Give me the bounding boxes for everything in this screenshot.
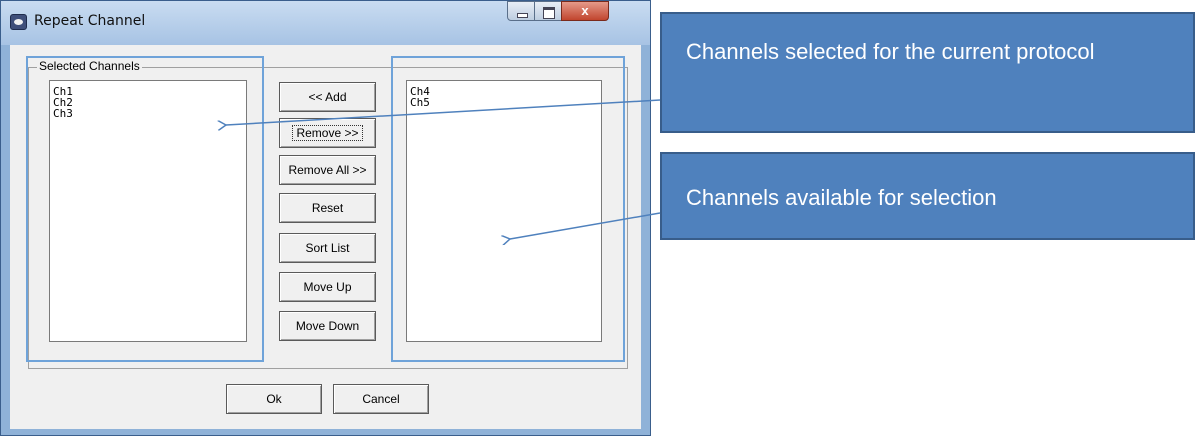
- move-down-button[interactable]: Move Down: [279, 311, 376, 341]
- add-button[interactable]: << Add: [279, 82, 376, 112]
- title-bar[interactable]: Repeat Channel x: [1, 1, 650, 45]
- maximize-button[interactable]: [534, 1, 562, 21]
- window-title: Repeat Channel: [34, 13, 146, 29]
- remove-button[interactable]: Remove >>: [279, 118, 376, 148]
- close-icon: x: [581, 3, 589, 18]
- move-up-button[interactable]: Move Up: [279, 272, 376, 302]
- remove-all-button[interactable]: Remove All >>: [279, 155, 376, 185]
- app-icon[interactable]: [10, 14, 27, 30]
- cancel-button[interactable]: Cancel: [333, 384, 429, 414]
- reset-button[interactable]: Reset: [279, 193, 376, 223]
- ok-button[interactable]: Ok: [226, 384, 322, 414]
- remove-button-label: Remove >>: [292, 125, 363, 141]
- maximize-icon: [543, 7, 555, 19]
- sort-list-button[interactable]: Sort List: [279, 233, 376, 263]
- selected-channels-callout: Channels selected for the current protoc…: [660, 12, 1195, 133]
- minimize-icon: [517, 13, 528, 18]
- available-channels-callout: Channels available for selection: [660, 152, 1195, 240]
- minimize-button[interactable]: [507, 1, 535, 21]
- close-button[interactable]: x: [561, 1, 609, 21]
- available-list-highlight: [391, 56, 625, 362]
- selected-list-highlight: [26, 56, 264, 362]
